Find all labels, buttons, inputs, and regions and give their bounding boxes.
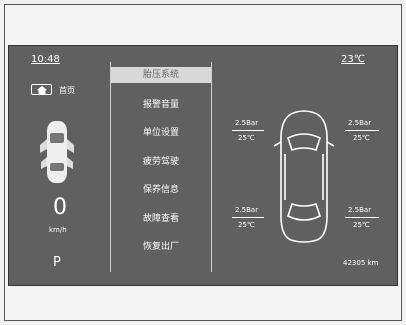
menu-item-maintenance[interactable]: 保养信息 [111, 182, 211, 198]
home-button[interactable] [31, 84, 52, 95]
tire-fr-temp: 25℃ [353, 134, 370, 142]
tire-rl-temp: 25℃ [238, 221, 255, 229]
car-top-view [273, 110, 335, 243]
speed-value: 0 [53, 195, 67, 220]
menu-item-fault-view[interactable]: 故障查看 [111, 211, 211, 227]
gear-indicator: P [53, 255, 61, 270]
menu-item-alarm-volume[interactable]: 报警音量 [111, 97, 211, 113]
instrument-screen: 10:48 23℃ 首页 0 km/h P 胎压系统 报警音量 单位设置 疲劳驾… [8, 45, 398, 286]
menu-item-tpms[interactable]: 胎压系统 [111, 67, 211, 83]
settings-menu: 胎压系统 报警音量 单位设置 疲劳驾驶 保养信息 故障查看 恢复出厂 [110, 62, 212, 272]
odometer: 42305 km [343, 259, 379, 267]
outside-temperature: 23℃ [341, 54, 365, 65]
home-label[interactable]: 首页 [59, 85, 75, 96]
menu-item-unit-settings[interactable]: 单位设置 [111, 125, 211, 141]
tire-fr-divider [345, 130, 379, 131]
car-doors-icon [40, 121, 74, 183]
tire-fl-pressure: 2.5Bar [235, 119, 259, 127]
tire-rr-divider [345, 217, 379, 218]
tire-rr-temp: 25℃ [353, 221, 370, 229]
tire-rl-pressure: 2.5Bar [235, 206, 259, 214]
tire-fr-pressure: 2.5Bar [348, 119, 372, 127]
menu-item-factory-reset[interactable]: 恢复出厂 [111, 239, 211, 255]
tire-fl-temp: 25℃ [238, 134, 255, 142]
tire-rr-pressure: 2.5Bar [348, 206, 372, 214]
speed-unit: km/h [49, 226, 67, 234]
home-icon [37, 86, 47, 94]
tire-rl-divider [232, 217, 264, 218]
menu-item-fatigue-driving[interactable]: 疲劳驾驶 [111, 154, 211, 170]
clock: 10:48 [31, 54, 60, 65]
tire-fl-divider [232, 130, 264, 131]
